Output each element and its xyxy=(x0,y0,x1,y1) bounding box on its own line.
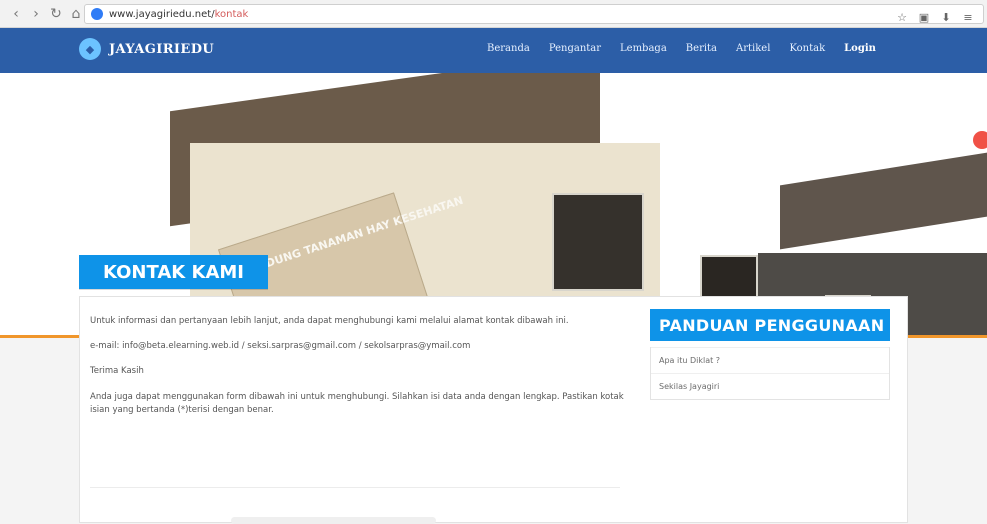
building-window-large xyxy=(552,193,644,291)
home-icon[interactable]: ⌂ xyxy=(66,4,86,24)
nav-item-beranda[interactable]: Beranda xyxy=(487,43,530,54)
contact-form-note: Anda juga dapat menggunakan form dibawah… xyxy=(90,391,624,415)
content-card: Untuk informasi dan pertanyaan lebih lan… xyxy=(79,296,908,524)
nav-item-berita[interactable]: Berita xyxy=(686,43,717,54)
refresh-icon[interactable]: ↻ xyxy=(46,4,66,24)
logo-icon: ◆ xyxy=(79,38,101,60)
browser-toolbar: ‹ › ↻ ⌂ www.jayagiriedu.net/ kontak ☆ ▣ … xyxy=(0,0,987,28)
nav-item-artikel[interactable]: Artikel xyxy=(736,43,770,54)
forward-icon[interactable]: › xyxy=(26,4,46,24)
guide-sidebar: PANDUAN PENGGUNAAN Apa itu Diklat ? Seki… xyxy=(650,309,890,400)
menu-icon[interactable]: ≡ xyxy=(961,10,975,24)
nav-item-pengantar[interactable]: Pengantar xyxy=(549,43,601,54)
nav-item-login[interactable]: Login xyxy=(844,43,876,54)
downloads-icon[interactable]: ⬇ xyxy=(939,10,953,24)
page-title: KONTAK KAMI xyxy=(79,255,268,289)
site-brand: JAYAGIRIEDU xyxy=(109,41,215,57)
sidebar-item-apa-itu-diklat[interactable]: Apa itu Diklat ? xyxy=(651,347,889,373)
url-path: kontak xyxy=(214,8,249,20)
content-divider xyxy=(90,487,620,488)
sidebar-list: Apa itu Diklat ? Sekilas Jayagiri xyxy=(650,347,890,400)
site-header: ◆ JAYAGIRIEDU Beranda Pengantar Lembaga … xyxy=(0,28,987,73)
nav-item-lembaga[interactable]: Lembaga xyxy=(620,43,667,54)
main-nav: Beranda Pengantar Lembaga Berita Artikel… xyxy=(487,43,876,54)
site-logo[interactable]: ◆ JAYAGIRIEDU xyxy=(79,38,214,60)
site-identity-icon xyxy=(91,8,103,20)
notification-badge-icon[interactable] xyxy=(973,131,987,149)
contact-intro: Untuk informasi dan pertanyaan lebih lan… xyxy=(90,316,569,326)
nav-item-kontak[interactable]: Kontak xyxy=(789,43,825,54)
sidebar-title: PANDUAN PENGGUNAAN xyxy=(650,309,890,341)
address-bar[interactable]: www.jayagiriedu.net/ kontak ☆ ▣ ⬇ ≡ xyxy=(84,4,984,24)
address-bar-tools: ☆ ▣ ⬇ ≡ xyxy=(895,10,975,24)
contact-content: Untuk informasi dan pertanyaan lebih lan… xyxy=(90,315,635,429)
contact-thanks: Terima Kasih xyxy=(90,366,144,377)
contact-emails[interactable]: e-mail: info@beta.elearning.web.id / sek… xyxy=(90,340,635,353)
back-icon[interactable]: ‹ xyxy=(6,4,26,24)
url-domain: www.jayagiriedu.net/ xyxy=(109,8,215,20)
extensions-icon[interactable]: ▣ xyxy=(917,10,931,24)
bookmark-icon[interactable]: ☆ xyxy=(895,10,909,24)
sidebar-item-sekilas-jayagiri[interactable]: Sekilas Jayagiri xyxy=(651,373,889,399)
